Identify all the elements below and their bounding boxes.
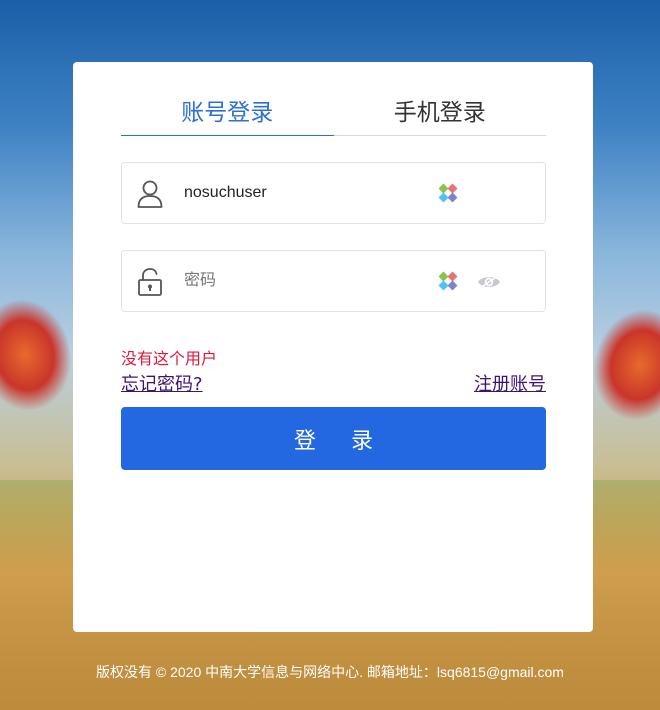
password-manager-icon[interactable] — [438, 271, 458, 291]
password-field — [121, 250, 546, 312]
login-tabs: 账号登录 手机登录 — [121, 98, 546, 136]
user-icon — [137, 180, 163, 208]
tab-account-login[interactable]: 账号登录 — [121, 98, 334, 136]
background-decoration-left — [0, 291, 81, 419]
register-account-link[interactable]: 注册账号 — [474, 374, 546, 396]
error-message: 没有这个用户 — [121, 349, 218, 368]
tab-phone-login[interactable]: 手机登录 — [334, 98, 547, 135]
footer-copyright: 版权没有 © 2020 中南大学信息与网络中心. 邮箱地址：lsq6815@gm… — [96, 664, 564, 680]
forgot-password-link[interactable]: 忘记密码? — [121, 374, 203, 396]
username-input[interactable] — [184, 177, 424, 209]
username-field — [121, 162, 546, 224]
login-card: 账号登录 手机登录 nosuchuser 没有这个用户 忘记密码? 注册账号 登… — [73, 62, 593, 632]
lock-icon — [138, 268, 162, 296]
login-button[interactable]: 登 录 — [121, 407, 546, 470]
password-input[interactable] — [184, 265, 424, 297]
background-decoration-right — [583, 300, 660, 430]
show-password-eye-icon[interactable] — [477, 274, 501, 290]
password-manager-icon[interactable] — [438, 183, 458, 203]
